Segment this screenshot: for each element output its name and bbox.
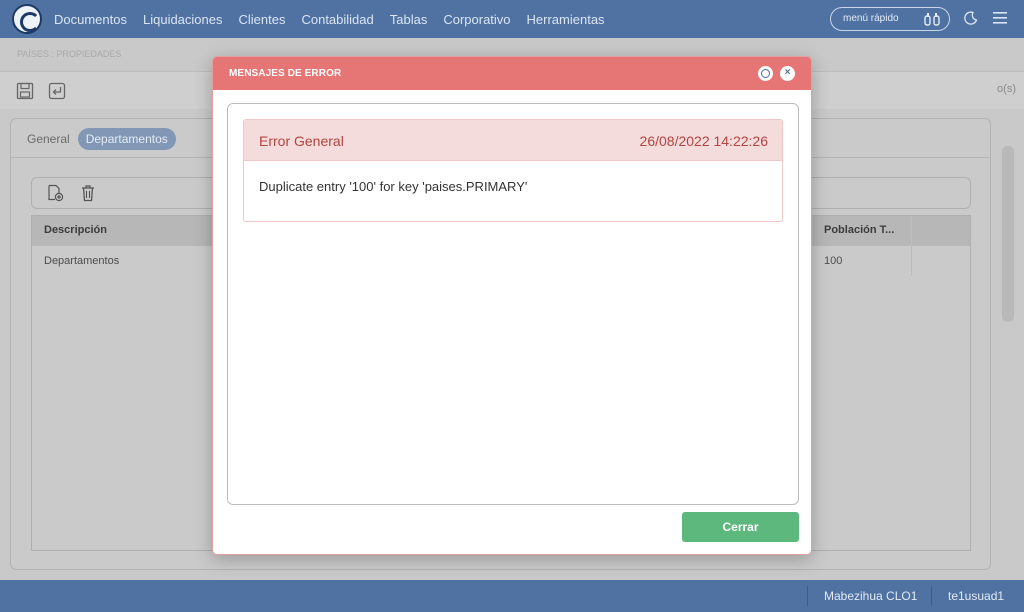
close-icon[interactable]: × — [780, 66, 795, 81]
menu-herramientas[interactable]: Herramientas — [527, 12, 605, 27]
error-timestamp: 26/08/2022 14:22:26 — [639, 133, 768, 149]
column-separator — [911, 216, 912, 276]
cell-descripcion[interactable]: Departamentos — [44, 255, 119, 267]
breadcrumb: PAÍSES : PROPIEDADES — [17, 49, 122, 59]
error-dialog: MENSAJES DE ERROR × Error General 26/08/… — [212, 56, 812, 555]
column-header-poblacion[interactable]: Población T... — [824, 224, 894, 236]
close-button[interactable]: Cerrar — [682, 512, 799, 542]
status-separator — [807, 586, 808, 606]
error-type: Error General — [259, 133, 344, 149]
restore-icon[interactable] — [758, 66, 773, 81]
app-logo[interactable] — [12, 4, 42, 34]
add-document-icon[interactable] — [46, 184, 64, 202]
dialog-body: Error General 26/08/2022 14:22:26 Duplic… — [227, 103, 799, 505]
menu-documentos[interactable]: Documentos — [54, 12, 127, 27]
error-card: Error General 26/08/2022 14:22:26 Duplic… — [243, 119, 783, 222]
status-separator — [931, 586, 932, 606]
menu-liquidaciones[interactable]: Liquidaciones — [143, 12, 223, 27]
tab-departamentos[interactable]: Departamentos — [77, 128, 176, 150]
top-navbar: Documentos Liquidaciones Clientes Contab… — [0, 0, 1024, 38]
status-user[interactable]: te1usuad1 — [948, 589, 1004, 603]
status-bar: Mabezihua CLO1 te1usuad1 — [0, 580, 1024, 612]
menu-tablas[interactable]: Tablas — [390, 12, 428, 27]
tab-bar: General Departamentos — [27, 128, 176, 150]
menu-clientes[interactable]: Clientes — [239, 12, 286, 27]
return-icon[interactable] — [48, 82, 66, 100]
tab-general[interactable]: General — [27, 129, 70, 149]
dialog-title: MENSAJES DE ERROR — [229, 68, 342, 79]
cell-poblacion[interactable]: 100 — [824, 255, 842, 267]
column-header-descripcion[interactable]: Descripción — [44, 224, 107, 236]
hamburger-menu-icon[interactable] — [993, 12, 1007, 24]
menu-contabilidad[interactable]: Contabilidad — [301, 12, 373, 27]
menu-corporativo[interactable]: Corporativo — [443, 12, 510, 27]
save-icon[interactable] — [16, 82, 34, 100]
error-card-header: Error General 26/08/2022 14:22:26 — [244, 120, 782, 161]
binoculars-icon — [924, 13, 940, 26]
trash-icon[interactable] — [80, 184, 96, 202]
error-message: Duplicate entry '100' for key 'paises.PR… — [259, 179, 528, 194]
quick-menu-input[interactable]: menú rápido — [830, 7, 950, 31]
quick-menu-placeholder: menú rápido — [843, 13, 899, 24]
records-hint: o(s) — [997, 83, 1016, 95]
dialog-header: MENSAJES DE ERROR × — [213, 57, 811, 90]
status-company[interactable]: Mabezihua CLO1 — [824, 589, 917, 603]
vertical-scrollbar[interactable] — [1002, 146, 1014, 322]
moon-icon[interactable] — [964, 11, 978, 25]
main-menu: Documentos Liquidaciones Clientes Contab… — [54, 0, 605, 38]
